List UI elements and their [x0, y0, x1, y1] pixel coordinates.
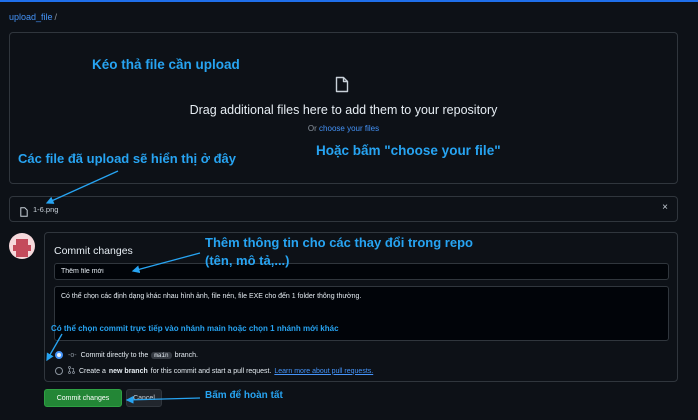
arrow-uploaded	[45, 170, 119, 204]
arrow-finish	[125, 395, 201, 404]
arrow-branch	[46, 333, 63, 362]
annotation-arrows	[45, 170, 201, 404]
arrow-info	[131, 252, 201, 274]
